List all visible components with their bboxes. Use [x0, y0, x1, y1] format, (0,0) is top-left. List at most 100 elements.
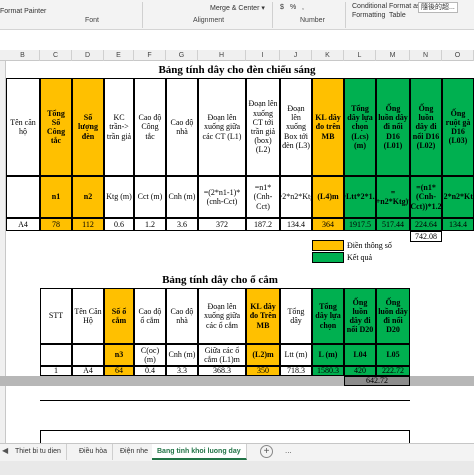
comma-button[interactable]: , [302, 4, 304, 11]
table1-data-cell[interactable]: 224.64 [410, 218, 442, 231]
column-header[interactable]: I [246, 50, 280, 61]
table2-header-sockets[interactable]: Số ổ cắm [104, 288, 134, 344]
table1-header-room-height[interactable]: Cao độ nhà [166, 78, 198, 176]
table2-header-l05[interactable]: Ống luồn dây đi nổi D20 [376, 288, 410, 344]
column-header[interactable]: J [280, 50, 312, 61]
table2-sub-cell[interactable]: C(oc) (m) [134, 344, 166, 366]
table2-header-selected[interactable]: Tổng dây lựa chọn [312, 288, 344, 344]
table2-data-cell[interactable]: A4 [72, 366, 104, 376]
table1-sub-cell[interactable]: n2 [72, 176, 104, 218]
table1-data-cell[interactable]: 0.6 [104, 218, 134, 231]
column-header[interactable]: H [198, 50, 246, 61]
table1-sub-cell[interactable]: (L4)m [312, 176, 344, 218]
table1-data-cell[interactable]: 187.2 [246, 218, 280, 231]
table1-data-cell[interactable]: 1917.5 [344, 218, 376, 231]
table2-header-socket-height[interactable]: Cao độ ổ cắm [134, 288, 166, 344]
table2-sub-cell[interactable]: (L2)m [246, 344, 280, 366]
table1-header-total-wire[interactable]: Tổng dây lựa chọn (Lcs) (m) [344, 78, 376, 176]
more-sheets-icon[interactable]: ... [285, 446, 292, 455]
table2-data-cell[interactable]: 0.4 [134, 366, 166, 376]
percent-button[interactable]: % [290, 4, 296, 11]
table1-sub-cell[interactable] [6, 176, 40, 218]
table2-sub-cell[interactable] [72, 344, 104, 366]
table1-header-switch-height[interactable]: Cao độ Công tắc [134, 78, 166, 176]
table2-sub-cell[interactable]: L (m) [312, 344, 344, 366]
table1-sub-cell[interactable]: =n1*(Cnh-Cct) [246, 176, 280, 218]
column-header[interactable]: L [344, 50, 376, 61]
column-header[interactable]: N [410, 50, 442, 61]
table2-data-cell[interactable]: 64 [104, 366, 134, 376]
table2-sub-cell[interactable]: L05 [376, 344, 410, 366]
table1-header-l03[interactable]: Ống ruột gà D16 (L03) [442, 78, 474, 176]
column-header[interactable]: B [6, 50, 40, 61]
tab-dien-nhe[interactable]: Điện nhe [115, 444, 155, 460]
column-header[interactable]: K [312, 50, 344, 61]
table1-data-cell[interactable]: 364 [312, 218, 344, 231]
table1-sum[interactable]: 742.08 [410, 231, 442, 242]
column-header[interactable]: O [442, 50, 474, 61]
table2-data-cell[interactable]: 350 [246, 366, 280, 376]
table1-header-mb-length[interactable]: KL dây đo trên MB [312, 78, 344, 176]
table1-data-cell[interactable]: 517.44 [376, 218, 410, 231]
table1-header-switches[interactable]: Tổng Số Công tắc [40, 78, 72, 176]
table2-header-total[interactable]: Tổng dây [280, 288, 312, 344]
column-header[interactable]: C [40, 50, 72, 61]
table1-sub-cell[interactable]: =Ltt*2*1.2 [344, 176, 376, 218]
column-header[interactable]: E [104, 50, 134, 61]
table1-header-ceiling-gap[interactable]: KC trần-> trần giả [104, 78, 134, 176]
column-header[interactable]: M [376, 50, 410, 61]
prev-sheet-icon[interactable]: ◀ [2, 446, 8, 455]
table1-header-l3[interactable]: Đoạn lên xuống Box tới đèn (L3) [280, 78, 312, 176]
table2-header-room-height[interactable]: Cao độ nhà [166, 288, 198, 344]
table1-data-cell[interactable]: 3.6 [166, 218, 198, 231]
currency-button[interactable]: $ [280, 4, 284, 11]
table1-data-cell[interactable]: 78 [40, 218, 72, 231]
tab-thiet-bi-tu-dien[interactable]: Thiet bi tu dien [10, 444, 67, 460]
add-sheet-icon[interactable]: + [260, 445, 273, 458]
table2-header-mb-length[interactable]: KL dây đo Trên MB [246, 288, 280, 344]
column-header[interactable]: D [72, 50, 104, 61]
table2-sub-cell[interactable]: L04 [344, 344, 376, 366]
table1-header-lights[interactable]: Số lượng đèn [72, 78, 104, 176]
table1-sub-cell[interactable]: Ktg (m) [104, 176, 134, 218]
cell-style-item[interactable]: 隨後的超... [418, 2, 458, 13]
table1-sub-cell[interactable]: =2*n2*Ktg [280, 176, 312, 218]
table1-sub-cell[interactable]: n1 [40, 176, 72, 218]
table2-sub-cell[interactable] [40, 344, 72, 366]
table1-data-cell[interactable]: 134.4 [442, 218, 474, 231]
table1-header-l1[interactable]: Đoạn lên xuống giữa các CT (L1) [198, 78, 246, 176]
table1-sub-cell[interactable]: =2*n2*Ktg [442, 176, 474, 218]
table1-header-l2[interactable]: Đoạn lên xuống CT tới trần giả (box) (L2… [246, 78, 280, 176]
column-header[interactable]: G [166, 50, 198, 61]
merge-center-button[interactable]: Merge & Center ▾ [210, 4, 265, 12]
tab-bang-tinh-khoi-luong-day[interactable]: Bang tinh khoi luong day [152, 444, 247, 460]
table2-sub-cell[interactable]: Ltt (m) [280, 344, 312, 366]
table1-data-cell[interactable]: 372 [198, 218, 246, 231]
table2-sub-cell[interactable]: Giữa các ổ cắm (L1)m [198, 344, 246, 366]
table2-data-cell[interactable]: 718.3 [280, 366, 312, 376]
table1-header-apartment[interactable]: Tên căn hộ [6, 78, 40, 176]
table2-data-cell[interactable]: 368.3 [198, 366, 246, 376]
table2-data-cell[interactable]: 1 [40, 366, 72, 376]
table1-sub-cell[interactable]: =(2*n1-1)*(cnh-Cct) [198, 176, 246, 218]
table1-sub-cell[interactable]: Cnh (m) [166, 176, 198, 218]
table2-sum[interactable]: 642.72 [344, 376, 410, 386]
table2-sub-cell[interactable]: Cnh (m) [166, 344, 198, 366]
format-painter-button[interactable]: Format Painter [0, 8, 46, 15]
table1-data-cell[interactable]: A4 [6, 218, 40, 231]
table2-header-index[interactable]: STT [40, 288, 72, 344]
table1-sub-cell[interactable]: =(n1*(Cnh-Cct))*1.2 [410, 176, 442, 218]
table2-data-cell[interactable]: 222.72 [376, 366, 410, 376]
table2-sub-cell[interactable]: n3 [104, 344, 134, 366]
table1-data-cell[interactable]: 134.4 [280, 218, 312, 231]
tab-dieu-hoa[interactable]: Điều hòa [74, 444, 114, 460]
table2-data-cell[interactable]: 3.3 [166, 366, 198, 376]
table1-header-l01[interactable]: Ống luồn dây đi nổi D16 (L01) [376, 78, 410, 176]
table1-sub-cell[interactable]: =(L4+n2*Ktg)*1.2 [376, 176, 410, 218]
table2-data-cell[interactable]: 420 [344, 366, 376, 376]
table1-sub-cell[interactable]: Cct (m) [134, 176, 166, 218]
conditional-formatting-button[interactable]: Conditional Formatting [352, 2, 387, 20]
table1-data-cell[interactable]: 1.2 [134, 218, 166, 231]
table2-data-cell[interactable]: 1580.3 [312, 366, 344, 376]
table1-header-l02[interactable]: Ống luồn dây đi nổi D16 (L02) [410, 78, 442, 176]
